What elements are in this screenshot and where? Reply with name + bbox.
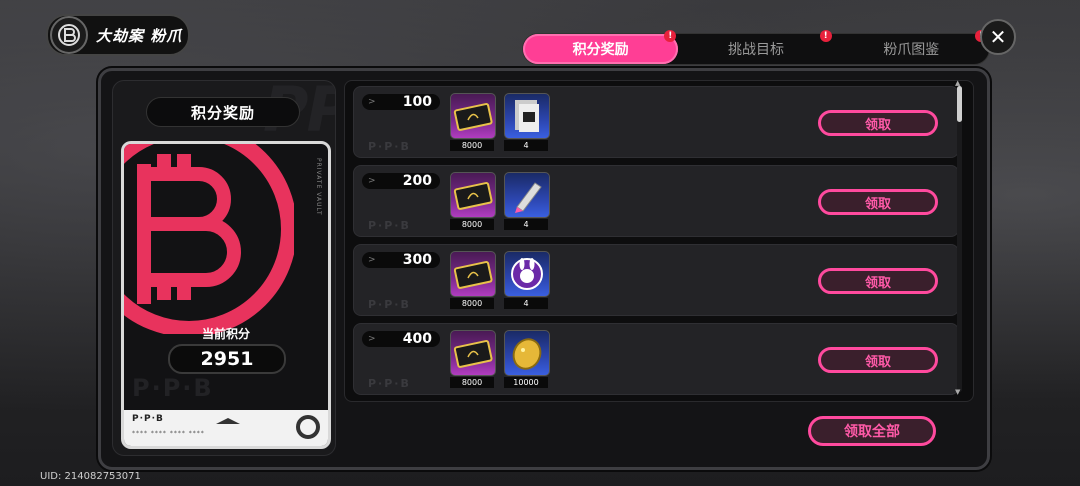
tier-label: > 100 — [362, 94, 440, 110]
event-title: 大劫案 粉爪 — [96, 26, 183, 45]
item-qty: 8000 — [450, 298, 494, 309]
arrow-icon: > — [368, 176, 376, 186]
tab-label: 粉爪图鉴 — [883, 42, 940, 58]
bunny-badge-icon — [504, 251, 550, 297]
item-qty: 10000 — [504, 377, 548, 388]
tier-label: > 200 — [362, 173, 440, 189]
tab-label: 挑战目标 — [727, 42, 784, 58]
card-number: **** **** **** **** — [132, 430, 205, 437]
card-vertical-text: PRIVATE VAULT — [315, 158, 322, 216]
arrow-icon: > — [368, 334, 376, 344]
scroll-down-icon[interactable]: ▼ — [955, 388, 960, 396]
item-qty: 8000 — [450, 377, 494, 388]
gold-card-icon — [450, 251, 496, 297]
arrow-icon: > — [368, 255, 376, 265]
reward-row: > 400 P·P·B 8000 10000 领取 — [353, 323, 959, 395]
claim-button[interactable]: 领取 — [818, 189, 938, 215]
event-badge: 大劫案 粉爪 — [46, 14, 190, 56]
panel-title: 积分奖励 — [146, 97, 300, 127]
claim-button[interactable]: 领取 — [818, 110, 938, 136]
score-label: 当前积分 — [201, 327, 250, 341]
score-value: 2951 — [168, 344, 286, 374]
card-brand-faint: P·P·B — [132, 374, 214, 402]
tab-label: 积分奖励 — [572, 42, 629, 58]
row-brand: P·P·B — [368, 298, 411, 311]
ticket-stack-icon — [504, 93, 550, 139]
item-qty: 8000 — [450, 140, 494, 151]
scrollbar[interactable] — [957, 86, 962, 392]
alert-badge: ! — [664, 30, 677, 42]
claim-all-button[interactable]: 领取全部 — [808, 416, 936, 446]
tab-pinkclaw-codex[interactable]: 粉爪图鉴 ! — [834, 30, 989, 64]
tab-challenge-goals[interactable]: 挑战目标 ! — [678, 30, 833, 64]
tube-icon — [504, 172, 550, 218]
reward-row: > 100 P·P·B 8000 4 领取 — [353, 86, 959, 158]
reward-row: > 200 P·P·B 8000 4 领取 — [353, 165, 959, 237]
reward-item[interactable]: 4 — [504, 172, 550, 230]
item-qty: 4 — [504, 298, 548, 309]
ppb-coin-icon — [50, 16, 88, 54]
item-qty: 4 — [504, 219, 548, 230]
item-qty: 4 — [504, 140, 548, 151]
tier-value: 400 — [402, 331, 432, 347]
tier-value: 300 — [402, 252, 432, 268]
reward-item[interactable]: 10000 — [504, 330, 550, 388]
tab-points-rewards[interactable]: 积分奖励 ! — [523, 30, 679, 64]
row-brand: P·P·B — [368, 140, 411, 153]
reward-row: > 300 P·P·B 8000 4 领取 — [353, 244, 959, 316]
card-foot-brand: P·P·B — [132, 414, 164, 424]
reward-list: > 100 P·P·B 8000 4 领取 > 200 P·P·B 8000 4… — [344, 80, 974, 402]
tier-label: > 300 — [362, 252, 440, 268]
card-footer: P·P·B **** **** **** **** — [124, 410, 328, 446]
arrow-icon: > — [368, 97, 376, 107]
reward-item[interactable]: 8000 — [450, 93, 496, 151]
points-card-panel: PPB 积分奖励 PRIVATE VAULT 当前积分 2951 P·P·B P… — [112, 80, 336, 456]
gold-card-icon — [450, 330, 496, 376]
gold-card-icon — [450, 93, 496, 139]
ppb-card: PRIVATE VAULT 当前积分 2951 P·P·B P·P·B ****… — [121, 141, 331, 449]
ring-icon — [296, 415, 320, 439]
reward-item[interactable]: 4 — [504, 93, 550, 151]
row-brand: P·P·B — [368, 219, 411, 232]
uid-label: UID: 214082753071 — [40, 471, 141, 482]
gold-nugget-icon — [504, 330, 550, 376]
tier-label: > 400 — [362, 331, 440, 347]
gold-card-icon — [450, 172, 496, 218]
close-button[interactable]: ✕ — [980, 19, 1016, 55]
triangle-icon — [216, 418, 240, 424]
claim-button[interactable]: 领取 — [818, 268, 938, 294]
tab-bar: 积分奖励 ! 挑战目标 ! 粉爪图鉴 ! — [522, 30, 990, 65]
row-brand: P·P·B — [368, 377, 411, 390]
reward-item[interactable]: 8000 — [450, 251, 496, 309]
tier-value: 100 — [402, 94, 432, 110]
close-icon: ✕ — [989, 25, 1007, 49]
reward-item[interactable]: 8000 — [450, 330, 496, 388]
item-qty: 8000 — [450, 219, 494, 230]
reward-item[interactable]: 8000 — [450, 172, 496, 230]
reward-item[interactable]: 4 — [504, 251, 550, 309]
alert-badge: ! — [819, 30, 832, 42]
ppb-logo-icon — [124, 144, 294, 334]
claim-button[interactable]: 领取 — [818, 347, 938, 373]
scroll-thumb[interactable] — [957, 86, 962, 122]
tier-value: 200 — [402, 173, 432, 189]
